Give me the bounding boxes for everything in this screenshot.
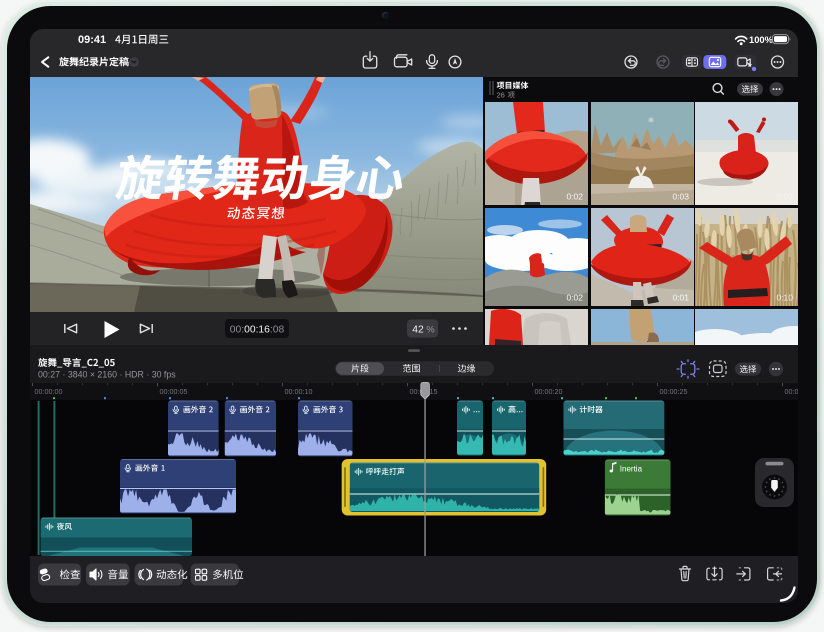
svg-text:0:10: 0:10 — [776, 293, 793, 303]
svg-text:0:03: 0:03 — [672, 192, 689, 202]
svg-text:09:41: 09:41 — [78, 34, 106, 46]
svg-text:100%: 100% — [749, 34, 774, 45]
svg-text:26: 26 — [497, 91, 505, 100]
svg-text:0:02: 0:02 — [566, 293, 583, 303]
svg-text:00:00:10: 00:00:10 — [285, 387, 313, 396]
svg-text:0:02: 0:02 — [566, 192, 583, 202]
svg-text:00:00:05: 00:00:05 — [160, 387, 188, 396]
svg-text:%: % — [426, 324, 434, 334]
svg-text:00:00:30: 00:00:30 — [785, 387, 799, 396]
svg-text:00:00:25: 00:00:25 — [660, 387, 688, 396]
svg-text:42: 42 — [412, 324, 424, 335]
svg-text:0:01: 0:01 — [672, 293, 689, 303]
svg-text:Inertia: Inertia — [620, 464, 643, 473]
svg-text:00:00:16:08: 00:00:16:08 — [230, 325, 285, 336]
svg-text:00:00:20: 00:00:20 — [535, 387, 563, 396]
svg-text:00:00:00: 00:00:00 — [35, 387, 63, 396]
svg-text:00:27 · 3840 × 2160 · HDR · 30: 00:27 · 3840 × 2160 · HDR · 30 fps — [38, 370, 176, 380]
svg-text:0:02: 0:02 — [776, 192, 793, 202]
